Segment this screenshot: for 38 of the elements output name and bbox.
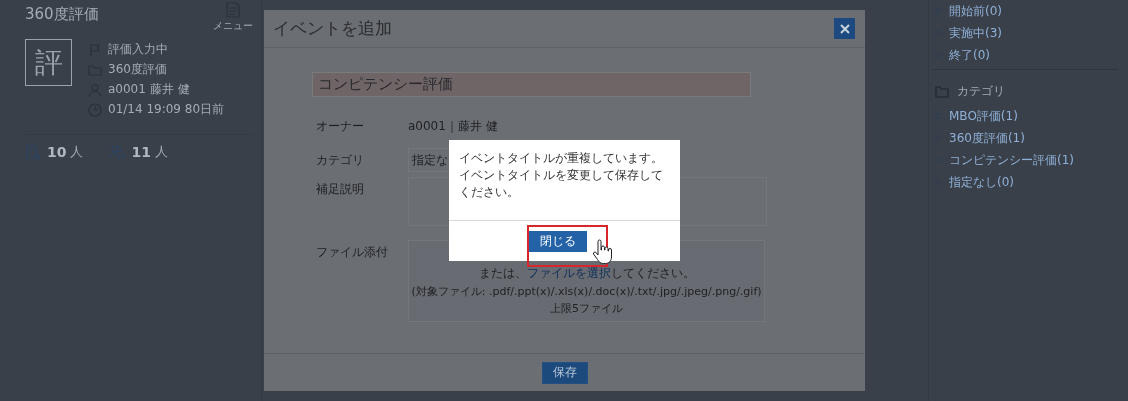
save-button[interactable]: 保存 [541,361,588,384]
count-unit: 人 [70,143,84,161]
detail-text: 評価入力中 [108,41,168,58]
section-heading: カテゴリ [957,82,1005,100]
close-button[interactable] [834,18,855,39]
menu-button[interactable]: メニュー [213,2,253,33]
choose-file-link[interactable]: ファイルを選択 [526,266,611,280]
drop-note: 上限5ファイル [550,301,623,316]
event-title-field[interactable]: コンピテンシー評価 [312,72,751,97]
close-alert-button[interactable]: 閉じる [528,230,587,252]
field-label: ファイル添付 [315,244,389,261]
owner-value: a0001｜藤井 健 [408,117,498,135]
detail-text: 01/14 19:09 80日前 [108,101,225,118]
category-filter-link[interactable]: 指定なし(0) [949,173,1014,191]
avatar-box: 評 [25,39,72,86]
drop-note: (対象ファイル: .pdf/.ppt(x)/.xls(x)/.doc(x)/.txt/.jpg/.jpeg/.png/.gif) [411,284,762,299]
folder-icon [935,84,949,98]
alert-message: イベントタイトルが重複しています。イベントタイトルを変更して保存してください。 [449,140,680,221]
category-filter-link[interactable]: コンピテンシー評価(1) [949,151,1074,169]
close-icon [839,23,850,34]
document-person-icon [25,144,41,160]
people-icon [109,144,126,160]
category-filter-link[interactable]: 360度評価(1) [949,129,1025,147]
count-number: 10 [47,144,67,160]
detail-text: 360度評価 [108,61,167,78]
drop-instruction: または、ファイルを選択してください。 [478,265,695,282]
dialog-title: イベントを追加 [273,17,392,40]
detail-text: a0001 藤井 健 [108,81,190,98]
count-number: 11 [131,144,151,160]
category-filter-link[interactable]: MBO評価(1) [949,107,1018,125]
card-title: 360度評価 [25,5,99,24]
field-label: 補足説明 [315,181,365,198]
status-filter-link[interactable]: 終了(0) [949,46,990,64]
count-unit: 人 [154,143,168,161]
field-label: オーナー [315,117,365,135]
status-filter-link[interactable]: 実施中(3) [949,24,1002,42]
field-label: カテゴリ [315,151,365,169]
status-filter-link[interactable]: 開始前(0) [949,2,1002,20]
